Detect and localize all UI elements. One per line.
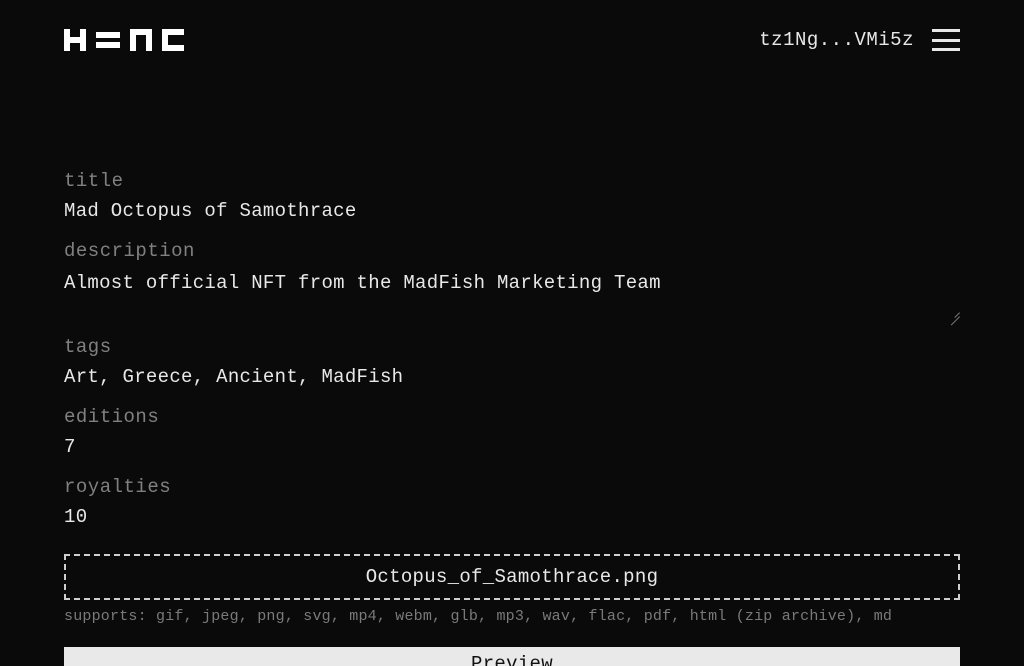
file-upload-dropzone[interactable]: Octopus_of_Samothrace.png [64, 554, 960, 600]
title-label: title [64, 170, 960, 192]
logo-glyph [64, 29, 184, 51]
editions-field: editions [64, 406, 960, 462]
supported-formats-text: supports: gif, jpeg, png, svg, mp4, webm… [64, 608, 960, 625]
preview-button[interactable]: Preview [64, 647, 960, 666]
tags-label: tags [64, 336, 960, 358]
site-logo[interactable] [64, 28, 184, 52]
description-label: description [64, 240, 960, 262]
hamburger-menu-icon[interactable] [932, 29, 960, 51]
royalties-input[interactable] [64, 504, 960, 532]
uploaded-filename: Octopus_of_Samothrace.png [366, 566, 659, 588]
header: tz1Ng...VMi5z [0, 0, 1024, 80]
title-field: title [64, 170, 960, 226]
textarea-resize-grip-icon[interactable] [946, 306, 960, 320]
description-field: description [64, 240, 960, 322]
editions-label: editions [64, 406, 960, 428]
description-input[interactable] [64, 268, 960, 316]
royalties-field: royalties [64, 476, 960, 532]
royalties-label: royalties [64, 476, 960, 498]
editions-input[interactable] [64, 434, 960, 462]
title-input[interactable] [64, 198, 960, 226]
tags-field: tags [64, 336, 960, 392]
mint-form: title description tags editions royaltie… [64, 170, 960, 666]
wallet-address[interactable]: tz1Ng...VMi5z [759, 29, 914, 51]
tags-input[interactable] [64, 364, 960, 392]
